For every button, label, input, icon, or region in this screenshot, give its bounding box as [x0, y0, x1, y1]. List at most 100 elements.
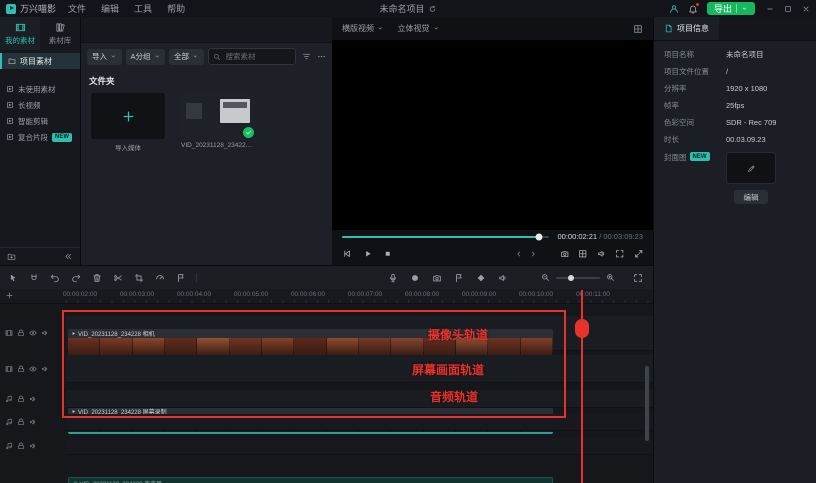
track-header-video-2[interactable] — [0, 355, 66, 382]
keyframe-icon[interactable] — [476, 273, 486, 283]
menu-item[interactable]: 文件 — [68, 2, 86, 15]
speed-icon[interactable] — [155, 273, 165, 283]
track-lane-empty-1[interactable] — [66, 414, 653, 431]
mic-icon[interactable] — [388, 273, 398, 283]
add-track-icon[interactable] — [5, 291, 14, 300]
video-clip-tile[interactable]: VID_20231128_234228.mp4 — [181, 93, 255, 152]
search-box[interactable] — [208, 48, 296, 65]
speaker-icon[interactable] — [597, 249, 607, 259]
sidebar-list-item[interactable]: 复合片段 NEW — [6, 131, 74, 143]
close-icon[interactable] — [802, 5, 810, 13]
speaker-icon[interactable] — [29, 418, 37, 426]
marker-icon[interactable] — [454, 273, 464, 283]
seek-bar[interactable] — [342, 236, 549, 238]
fit-timeline-icon[interactable] — [633, 266, 643, 289]
sidebar-list-item[interactable]: 智能剪辑 — [6, 115, 74, 127]
eye-icon[interactable] — [29, 365, 37, 373]
track-header-audio-2[interactable] — [0, 414, 66, 430]
camera-icon[interactable] — [560, 249, 570, 259]
lock-icon[interactable] — [17, 329, 25, 337]
sync-icon[interactable] — [429, 5, 437, 13]
zoom-slider[interactable] — [556, 277, 600, 279]
pointer-icon[interactable] — [8, 273, 18, 283]
notifications-icon[interactable] — [688, 4, 698, 14]
zoom-slider-handle[interactable] — [568, 275, 574, 281]
sidebar-item-project-media[interactable]: 项目素材 — [0, 53, 80, 69]
record-icon[interactable] — [410, 273, 420, 283]
sidebar-list-item[interactable]: 长视频 — [6, 99, 74, 111]
timeline-scrollbar[interactable] — [645, 366, 649, 441]
speaker-icon[interactable] — [41, 329, 49, 337]
more-icon[interactable] — [317, 52, 326, 61]
quality-dropdown[interactable]: 立体视觉 — [398, 23, 440, 34]
camera-icon[interactable] — [432, 273, 442, 283]
magnet-icon[interactable] — [29, 273, 39, 283]
film-icon[interactable] — [5, 365, 13, 373]
track-lane-video-2[interactable]: VID_20231128_234228 屏幕录制 — [66, 355, 653, 383]
expand-icon[interactable] — [634, 249, 644, 259]
ruler-scale[interactable]: 00:00:02:0000:00:03:0000:00:04:0000:00:0… — [66, 289, 653, 303]
trash-icon[interactable] — [92, 273, 102, 283]
edit-cover-button[interactable]: 编辑 — [734, 190, 768, 204]
split-icon[interactable] — [113, 273, 123, 283]
speaker-icon[interactable] — [29, 395, 37, 403]
lock-icon[interactable] — [17, 418, 25, 426]
redo-icon[interactable] — [71, 273, 81, 283]
lock-icon[interactable] — [17, 365, 25, 373]
aspect-dropdown[interactable]: 横版视频 — [342, 23, 384, 34]
import-tile-thumb[interactable] — [91, 93, 165, 139]
menu-item[interactable]: 编辑 — [101, 2, 119, 15]
eye-icon[interactable] — [29, 329, 37, 337]
track-lane-empty-2[interactable] — [66, 438, 653, 455]
collapse-left-icon[interactable] — [64, 252, 73, 261]
marker-icon[interactable] — [176, 273, 186, 283]
track-header-video-1[interactable] — [0, 316, 66, 350]
speaker-icon[interactable] — [498, 273, 508, 283]
app-menu-button[interactable]: 万兴喵影 — [0, 2, 64, 15]
video-viewport[interactable] — [332, 40, 653, 230]
folder-plus-icon[interactable] — [7, 252, 16, 261]
microphone-audio-clip[interactable]: VID_20231128_234228 麦克风 — [68, 477, 553, 483]
seek-handle[interactable] — [536, 233, 543, 240]
track-header-audio-1[interactable] — [0, 390, 66, 407]
account-icon[interactable] — [669, 4, 679, 14]
minimize-icon[interactable] — [766, 5, 774, 13]
export-caret-icon[interactable] — [741, 5, 748, 12]
music-icon[interactable] — [5, 418, 13, 426]
music-icon[interactable] — [5, 442, 13, 450]
play-icon[interactable] — [363, 249, 373, 259]
zoom-in-icon[interactable] — [606, 273, 615, 282]
track-lane-video-1[interactable]: VID_20231128_234228 相机 — [66, 316, 653, 351]
video-thumbnail[interactable] — [181, 93, 255, 139]
menu-item[interactable]: 帮助 — [167, 2, 185, 15]
tab-project-info[interactable]: 项目信息 — [654, 17, 719, 40]
playhead-handle[interactable] — [575, 319, 589, 338]
import-button[interactable]: 导入 — [87, 49, 122, 65]
lock-icon[interactable] — [17, 395, 25, 403]
track-header-audio-3[interactable] — [0, 438, 66, 454]
menu-item[interactable]: 工具 — [134, 2, 152, 15]
fit-icon[interactable] — [615, 249, 625, 259]
preview-layout-icon[interactable] — [633, 24, 643, 34]
film-icon[interactable] — [5, 329, 13, 337]
sort-dropdown[interactable]: A分组 — [126, 49, 166, 65]
speaker-icon[interactable] — [41, 365, 49, 373]
timeline-ruler[interactable]: 00:00:02:0000:00:03:0000:00:04:0000:00:0… — [0, 289, 653, 304]
chevron-left-icon[interactable] — [515, 250, 523, 258]
track-lane-audio-1[interactable]: VID_20231128_234228 麦克风 — [66, 390, 653, 408]
stop-icon[interactable] — [383, 249, 393, 259]
lock-icon[interactable] — [17, 442, 25, 450]
filter-icon[interactable] — [302, 52, 311, 61]
chevron-right-icon[interactable] — [529, 250, 537, 258]
export-button[interactable]: 导出 — [707, 2, 755, 15]
sidebar-list-item[interactable]: 未使用素材 — [6, 83, 74, 95]
cover-thumbnail[interactable] — [726, 152, 776, 184]
undo-icon[interactable] — [50, 273, 60, 283]
skip-start-icon[interactable] — [342, 249, 352, 259]
tab-my-media[interactable]: 我的素材 — [0, 17, 40, 50]
type-filter-dropdown[interactable]: 全部 — [169, 49, 204, 65]
grid-icon[interactable] — [578, 249, 588, 259]
music-icon[interactable] — [5, 395, 13, 403]
search-input[interactable] — [224, 51, 291, 62]
zoom-out-icon[interactable] — [541, 273, 550, 282]
